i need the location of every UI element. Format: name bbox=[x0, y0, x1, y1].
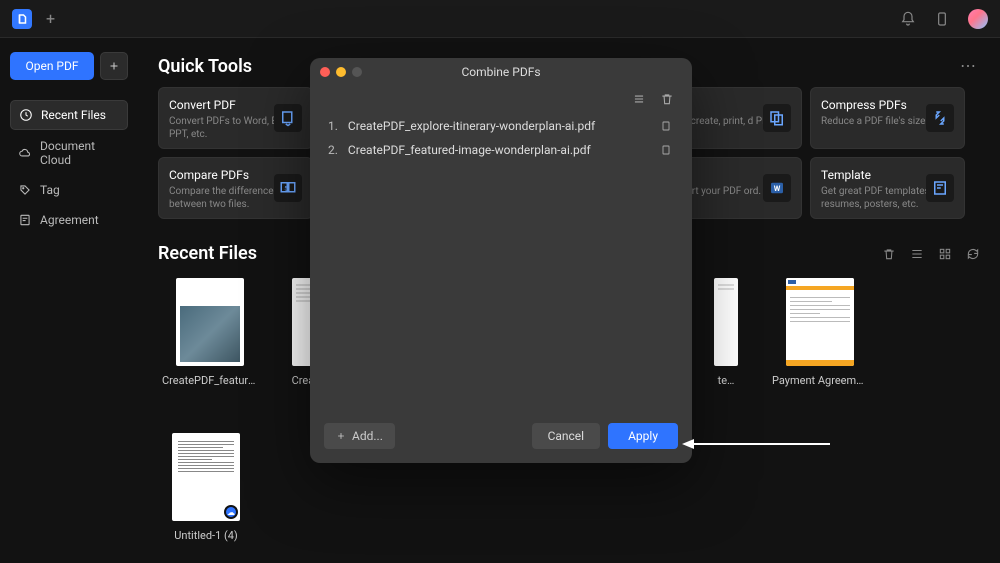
sidebar-item-label: Tag bbox=[40, 183, 60, 197]
recent-view-actions bbox=[882, 247, 980, 261]
tool-convert-pdf[interactable]: Convert PDF Convert PDFs to Word, Excel,… bbox=[158, 87, 313, 149]
recent-files-title: Recent Files bbox=[158, 243, 257, 264]
sidebar-item-label: Recent Files bbox=[41, 108, 106, 122]
modal-footer: Add... Cancel Apply bbox=[310, 413, 692, 463]
tool-template[interactable]: Template Get great PDF templates for res… bbox=[810, 157, 965, 219]
word-icon: W bbox=[763, 174, 791, 202]
file-name: te… bbox=[706, 374, 746, 387]
sidebar-item-label: Document Cloud bbox=[40, 139, 120, 167]
tool-compress-pdfs[interactable]: Compress PDFs Reduce a PDF file's size. bbox=[810, 87, 965, 149]
file-row-name: CreatePDF_explore-itinerary-wonderplan-a… bbox=[348, 119, 650, 133]
sidebar-item-tag[interactable]: Tag bbox=[10, 176, 128, 204]
cancel-button[interactable]: Cancel bbox=[532, 423, 601, 449]
compare-icon: 5 bbox=[274, 174, 302, 202]
file-item[interactable]: CreatePDF_feature… bbox=[162, 278, 258, 387]
window-controls[interactable] bbox=[320, 67, 362, 77]
trash-icon[interactable] bbox=[660, 92, 674, 106]
file-row-name: CreatePDF_featured-image-wonderplan-ai.p… bbox=[348, 143, 650, 157]
combine-pdfs-modal: Combine PDFs 1. CreatePDF_explore-itiner… bbox=[310, 58, 692, 463]
file-index: 1. bbox=[328, 119, 338, 133]
list-icon[interactable] bbox=[632, 92, 646, 106]
new-tab-button[interactable]: + bbox=[46, 9, 55, 28]
file-index: 2. bbox=[328, 143, 338, 157]
add-button[interactable]: Add... bbox=[324, 423, 395, 449]
page-file-icon bbox=[660, 144, 674, 156]
more-menu[interactable]: ⋯ bbox=[960, 56, 978, 75]
list-view-icon[interactable] bbox=[910, 247, 924, 261]
file-name: Payment Agreement bbox=[772, 374, 868, 387]
sidebar: Open PDF Recent Files Document Cloud Tag… bbox=[0, 38, 138, 563]
page-file-icon bbox=[660, 120, 674, 132]
sidebar-item-recent-files[interactable]: Recent Files bbox=[10, 100, 128, 130]
modal-titlebar: Combine PDFs bbox=[310, 58, 692, 86]
cloud-badge-icon: ☁ bbox=[224, 505, 238, 519]
plus-icon bbox=[336, 431, 346, 441]
agreement-icon bbox=[18, 213, 32, 227]
grid-view-icon[interactable] bbox=[938, 247, 952, 261]
svg-text:W: W bbox=[774, 184, 781, 193]
add-button-label: Add... bbox=[352, 429, 383, 443]
refresh-icon[interactable] bbox=[966, 247, 980, 261]
app-logo[interactable] bbox=[12, 9, 32, 29]
close-window-icon[interactable] bbox=[320, 67, 330, 77]
top-bar: + bbox=[0, 0, 1000, 38]
file-thumbnail bbox=[786, 278, 854, 366]
apply-button[interactable]: Apply bbox=[608, 423, 678, 449]
file-thumbnail bbox=[714, 278, 738, 366]
minimize-window-icon[interactable] bbox=[336, 67, 346, 77]
topbar-right bbox=[900, 9, 988, 29]
modal-title: Combine PDFs bbox=[310, 65, 692, 79]
file-item[interactable]: Payment Agreement bbox=[772, 278, 868, 387]
file-item[interactable]: ☁ Untitled-1 (4) bbox=[158, 433, 254, 542]
open-row: Open PDF bbox=[10, 52, 128, 80]
compress-icon bbox=[926, 104, 954, 132]
tool-compare-pdfs[interactable]: Compare PDFs Compare the differences bet… bbox=[158, 157, 313, 219]
open-plus-button[interactable] bbox=[100, 52, 128, 80]
modal-body: 1. CreatePDF_explore-itinerary-wonderpla… bbox=[310, 110, 692, 413]
cloud-icon bbox=[18, 146, 32, 160]
phone-icon[interactable] bbox=[934, 11, 950, 27]
file-name: CreatePDF_feature… bbox=[162, 374, 258, 387]
modal-footer-right: Cancel Apply bbox=[532, 423, 678, 449]
batch-icon bbox=[763, 104, 791, 132]
sidebar-item-document-cloud[interactable]: Document Cloud bbox=[10, 132, 128, 174]
topbar-left: + bbox=[12, 9, 55, 29]
open-pdf-button[interactable]: Open PDF bbox=[10, 52, 94, 80]
modal-file-row[interactable]: 2. CreatePDF_featured-image-wonderplan-a… bbox=[328, 138, 674, 162]
avatar[interactable] bbox=[968, 9, 988, 29]
file-thumbnail bbox=[176, 278, 244, 366]
sidebar-item-agreement[interactable]: Agreement bbox=[10, 206, 128, 234]
sidebar-list: Recent Files Document Cloud Tag Agreemen… bbox=[10, 100, 128, 234]
sidebar-item-label: Agreement bbox=[40, 213, 99, 227]
modal-toolbar bbox=[310, 86, 692, 110]
convert-icon bbox=[274, 104, 302, 132]
file-name: Untitled-1 (4) bbox=[158, 529, 254, 542]
tag-icon bbox=[18, 183, 32, 197]
clock-icon bbox=[19, 108, 33, 122]
remove-icon[interactable] bbox=[882, 247, 896, 261]
modal-file-row[interactable]: 1. CreatePDF_explore-itinerary-wonderpla… bbox=[328, 114, 674, 138]
template-icon bbox=[926, 174, 954, 202]
maximize-window-icon[interactable] bbox=[352, 67, 362, 77]
file-item[interactable]: te… bbox=[706, 278, 746, 387]
bell-icon[interactable] bbox=[900, 11, 916, 27]
